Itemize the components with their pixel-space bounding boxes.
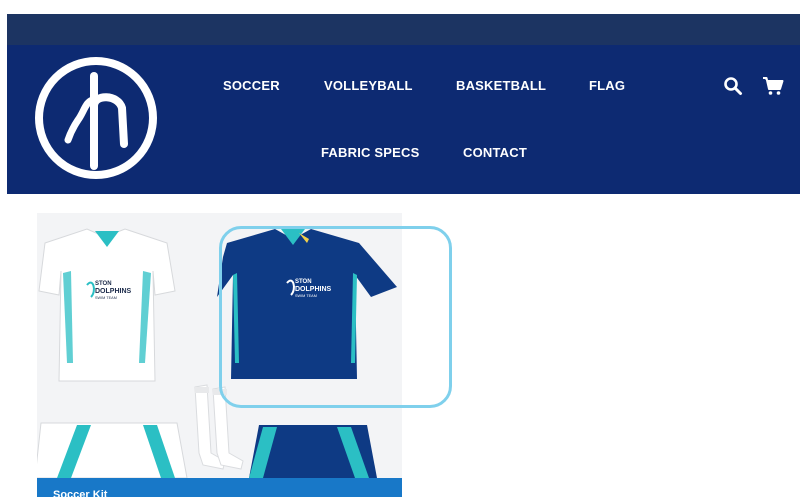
search-icon[interactable] xyxy=(723,76,743,96)
nav-contact[interactable]: CONTACT xyxy=(463,145,527,160)
cart-icon[interactable] xyxy=(762,76,784,96)
white-shorts-image xyxy=(37,422,188,478)
site-header: SOCCER VOLLEYBALL BASKETBALL FLAG FABRIC… xyxy=(7,45,800,194)
white-jersey-logo-text: STON xyxy=(95,281,112,287)
nav-volleyball[interactable]: VOLLEYBALL xyxy=(324,78,413,93)
white-jersey-logo-text: SWIM TEAM xyxy=(95,296,117,300)
product-caption-bar: Soccer Kit xyxy=(37,478,402,497)
white-jersey-logo-text: DOLPHINS xyxy=(95,288,132,295)
product-caption[interactable]: Soccer Kit xyxy=(53,489,107,497)
nav-fabric-specs[interactable]: FABRIC SPECS xyxy=(321,145,419,160)
highlight-outline xyxy=(219,226,452,408)
nav-flag[interactable]: FLAG xyxy=(589,78,625,93)
top-bar xyxy=(7,14,800,45)
navy-shorts-image xyxy=(249,425,377,478)
brand-logo[interactable] xyxy=(32,54,160,182)
nav-basketball[interactable]: BASKETBALL xyxy=(456,78,546,93)
nav-soccer[interactable]: SOCCER xyxy=(223,78,280,93)
